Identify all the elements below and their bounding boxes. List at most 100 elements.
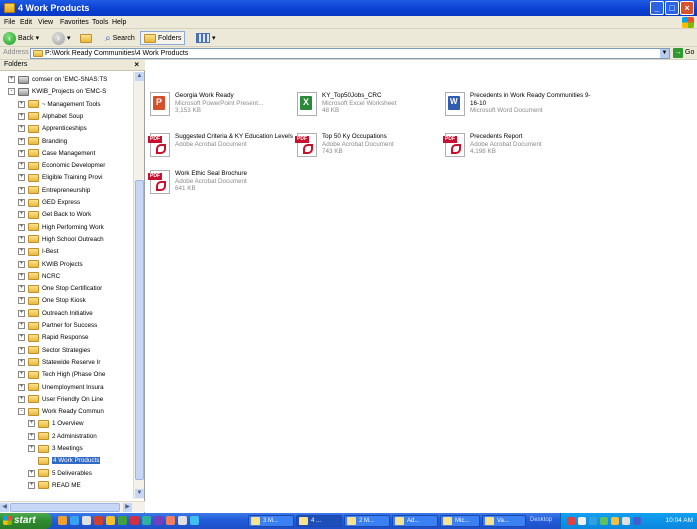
collapse-icon[interactable]: -: [18, 408, 25, 416]
back-button[interactable]: ‹ Back ▾: [3, 31, 39, 45]
tree-item[interactable]: + Case Management: [18, 148, 95, 159]
expand-icon[interactable]: +: [18, 297, 25, 305]
menu-view[interactable]: View: [38, 18, 53, 27]
quick-launch-icon[interactable]: [58, 516, 67, 525]
go-arrow-icon[interactable]: →: [673, 48, 683, 58]
expand-icon[interactable]: +: [18, 235, 25, 243]
scrollbar-thumb[interactable]: [135, 180, 144, 480]
tree-item[interactable]: + comser on 'EMC-SNAS:TS: [8, 74, 107, 85]
address-dropdown-icon[interactable]: ▼: [660, 49, 669, 58]
tray-icon[interactable]: [633, 517, 641, 525]
expand-icon[interactable]: +: [18, 199, 25, 206]
horizontal-scrollbar[interactable]: ◀ ▶: [0, 501, 145, 512]
tree-item[interactable]: + High Performing Work: [18, 222, 104, 233]
tray-icon[interactable]: [611, 517, 619, 525]
tree-item[interactable]: - Work Ready Commun: [18, 406, 104, 417]
menu-help[interactable]: Help: [112, 18, 126, 27]
tree-item[interactable]: + Entrepreneurship: [18, 185, 90, 196]
quick-launch-icon[interactable]: [130, 516, 139, 525]
minimize-button[interactable]: _: [650, 1, 664, 15]
expand-icon[interactable]: +: [18, 346, 25, 354]
quick-launch-icon[interactable]: [142, 516, 151, 525]
tree-item[interactable]: + ~ Management Tools: [18, 99, 101, 110]
forward-button[interactable]: › ▾: [52, 31, 71, 45]
go-button[interactable]: Go: [685, 49, 694, 56]
tree-item[interactable]: + Sector Strategies: [18, 345, 90, 356]
tree-item[interactable]: + GED Express: [18, 197, 80, 208]
expand-icon[interactable]: +: [18, 100, 25, 108]
quick-launch-icon[interactable]: [94, 516, 103, 525]
search-button[interactable]: ⌕ Search: [105, 31, 135, 45]
expand-icon[interactable]: +: [18, 395, 25, 403]
tree-item[interactable]: + One Stop Certificatior: [18, 283, 102, 294]
tree-item[interactable]: + READ ME: [28, 480, 81, 491]
expand-icon[interactable]: +: [18, 112, 25, 120]
file-item[interactable]: PDF Precedents Report Adobe Acrobat Docu…: [443, 133, 595, 165]
collapse-icon[interactable]: -: [8, 88, 15, 96]
address-input[interactable]: P:\Work Ready Communities\4 Work Product…: [30, 48, 670, 59]
taskbar-button[interactable]: 3 M...: [248, 515, 294, 527]
taskbar-button[interactable]: Mic...: [440, 515, 480, 527]
vertical-scrollbar[interactable]: ▲ ▼: [133, 72, 144, 499]
expand-icon[interactable]: +: [18, 383, 25, 391]
tree-item[interactable]: + One Stop Kiosk: [18, 295, 86, 306]
file-item[interactable]: PDF Work Ethic Seal Brochure Adobe Acrob…: [148, 170, 300, 202]
expand-icon[interactable]: +: [18, 358, 25, 366]
tree-item[interactable]: + Eligible Training Provi: [18, 172, 103, 183]
tree-item[interactable]: +5 Deliverables: [28, 468, 92, 479]
taskbar-button[interactable]: Va...: [482, 515, 526, 527]
expand-icon[interactable]: +: [18, 162, 25, 170]
tree-item[interactable]: + NCRC: [18, 271, 60, 282]
start-button[interactable]: start: [0, 513, 52, 529]
expand-icon[interactable]: +: [18, 223, 25, 231]
expand-icon[interactable]: +: [18, 211, 25, 219]
quick-launch-icon[interactable]: [178, 516, 187, 525]
taskbar-button-active[interactable]: 4 ...: [296, 515, 342, 527]
file-item[interactable]: PDF Suggested Criteria & KY Education Le…: [148, 133, 300, 165]
tree-item[interactable]: + Unemployment Insura: [18, 382, 104, 393]
tree-item[interactable]: + User Friendly On Line: [18, 394, 103, 405]
expand-icon[interactable]: +: [18, 186, 25, 194]
expand-icon[interactable]: +: [18, 285, 25, 293]
tray-icon[interactable]: [589, 517, 597, 525]
expand-icon[interactable]: +: [18, 137, 25, 145]
menu-tools[interactable]: Tools: [92, 18, 108, 27]
quick-launch-icon[interactable]: [106, 516, 115, 525]
tree-item[interactable]: + KWIB Projects: [18, 259, 83, 270]
quick-launch-icon[interactable]: [166, 516, 175, 525]
tray-icon[interactable]: [567, 517, 575, 525]
menu-file[interactable]: File: [4, 18, 15, 27]
maximize-button[interactable]: □: [665, 1, 679, 15]
tree-item[interactable]: - KWIB_Projects on 'EMC-S: [8, 86, 106, 97]
tree-item[interactable]: + Apprenticeships: [18, 123, 87, 134]
expand-icon[interactable]: +: [28, 469, 35, 477]
expand-icon[interactable]: +: [28, 432, 35, 440]
scroll-left-icon[interactable]: ◀: [0, 503, 9, 512]
expand-icon[interactable]: +: [18, 260, 25, 268]
tree-item[interactable]: + Get Back to Work: [18, 209, 91, 220]
tree-item-selected[interactable]: 4 Work Products: [28, 455, 101, 466]
tree-item[interactable]: +2 Administration: [28, 431, 97, 442]
quick-launch-icon[interactable]: [118, 516, 127, 525]
expand-icon[interactable]: +: [18, 371, 25, 379]
tree-item[interactable]: + Branding: [18, 136, 67, 147]
quick-launch-icon[interactable]: [82, 516, 91, 525]
expand-icon[interactable]: +: [18, 248, 25, 256]
tree-item[interactable]: + Alphabet Soup: [18, 111, 83, 122]
scroll-up-icon[interactable]: ▲: [135, 72, 144, 81]
menu-edit[interactable]: Edit: [20, 18, 32, 27]
hscrollbar-thumb[interactable]: [10, 503, 120, 512]
scroll-right-icon[interactable]: ▶: [123, 503, 132, 512]
tray-icon[interactable]: [600, 517, 608, 525]
tree-item[interactable]: + Outreach Initiative: [18, 308, 93, 319]
tree-item[interactable]: + I-Best: [18, 246, 58, 257]
folders-button[interactable]: Folders: [140, 31, 186, 45]
file-item[interactable]: PDF Top 50 Ky Occupations Adobe Acrobat …: [295, 133, 447, 165]
taskbar-button[interactable]: 2 M...: [344, 515, 390, 527]
scroll-down-icon[interactable]: ▼: [135, 489, 144, 498]
expand-icon[interactable]: +: [18, 334, 25, 342]
tree-item[interactable]: +1 Overview: [28, 418, 84, 429]
file-item[interactable]: KY_Top50Jobs_CRC Microsoft Excel Workshe…: [297, 92, 447, 124]
tray-icon[interactable]: [622, 517, 630, 525]
menu-favorites[interactable]: Favorites: [60, 18, 89, 27]
